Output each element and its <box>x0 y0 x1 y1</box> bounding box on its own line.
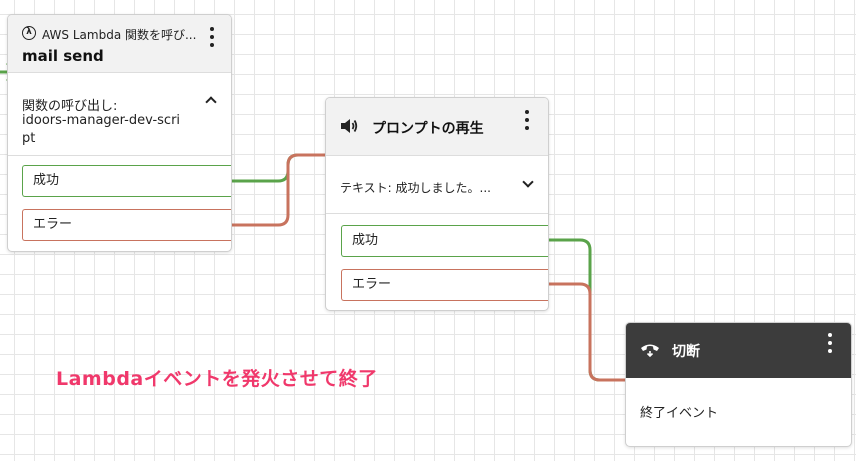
annotation-text: Lambdaイベントを発火させて終了 <box>56 368 378 390</box>
detail-value-line1: idoors-manager-dev-scri <box>22 113 181 128</box>
disconnect-body-text: 終了イベント <box>640 406 719 421</box>
lambda-block[interactable]: λ AWS Lambda 関数を呼び... mail send 関数の呼び出し:… <box>7 14 232 252</box>
prompt-text-summary: テキスト: 成功しました。... <box>340 181 491 195</box>
branch-success[interactable]: 成功 <box>341 225 548 257</box>
speaker-icon <box>339 116 359 136</box>
lambda-menu-icon[interactable] <box>207 27 217 47</box>
branch-error[interactable]: エラー <box>341 269 548 301</box>
block-title: 切断 <box>672 344 700 360</box>
prompt-block-header[interactable]: プロンプトの再生 <box>326 98 548 156</box>
prompt-text-section: テキスト: 成功しました。... <box>326 156 548 214</box>
connector-lambda-error <box>230 153 340 227</box>
chevron-up-icon[interactable] <box>205 96 217 108</box>
branch-error[interactable]: エラー <box>22 209 231 241</box>
lambda-detail-section: 関数の呼び出し: idoors-manager-dev-scri pt <box>8 73 231 156</box>
block-name: mail send <box>22 47 104 65</box>
lambda-icon: λ <box>22 26 36 40</box>
detail-label: 関数の呼び出し: <box>22 99 118 114</box>
branch-success[interactable]: 成功 <box>22 165 231 197</box>
disconnect-menu-icon[interactable] <box>825 333 835 353</box>
disconnect-block[interactable]: 切断 終了イベント <box>625 322 852 447</box>
chevron-down-icon[interactable] <box>522 176 534 188</box>
disconnect-block-header[interactable]: 切断 <box>626 323 851 378</box>
hang-up-icon <box>640 342 660 358</box>
detail-value-line2: pt <box>22 131 36 146</box>
prompt-menu-icon[interactable] <box>522 110 532 130</box>
prompt-block[interactable]: プロンプトの再生 テキスト: 成功しました。... 成功 エラー <box>325 97 549 311</box>
block-title: プロンプトの再生 <box>372 121 484 137</box>
block-type-label: AWS Lambda 関数を呼び... <box>42 28 197 42</box>
connector-lambda-success <box>230 153 340 183</box>
lambda-block-header[interactable]: λ AWS Lambda 関数を呼び... mail send <box>8 15 231 73</box>
